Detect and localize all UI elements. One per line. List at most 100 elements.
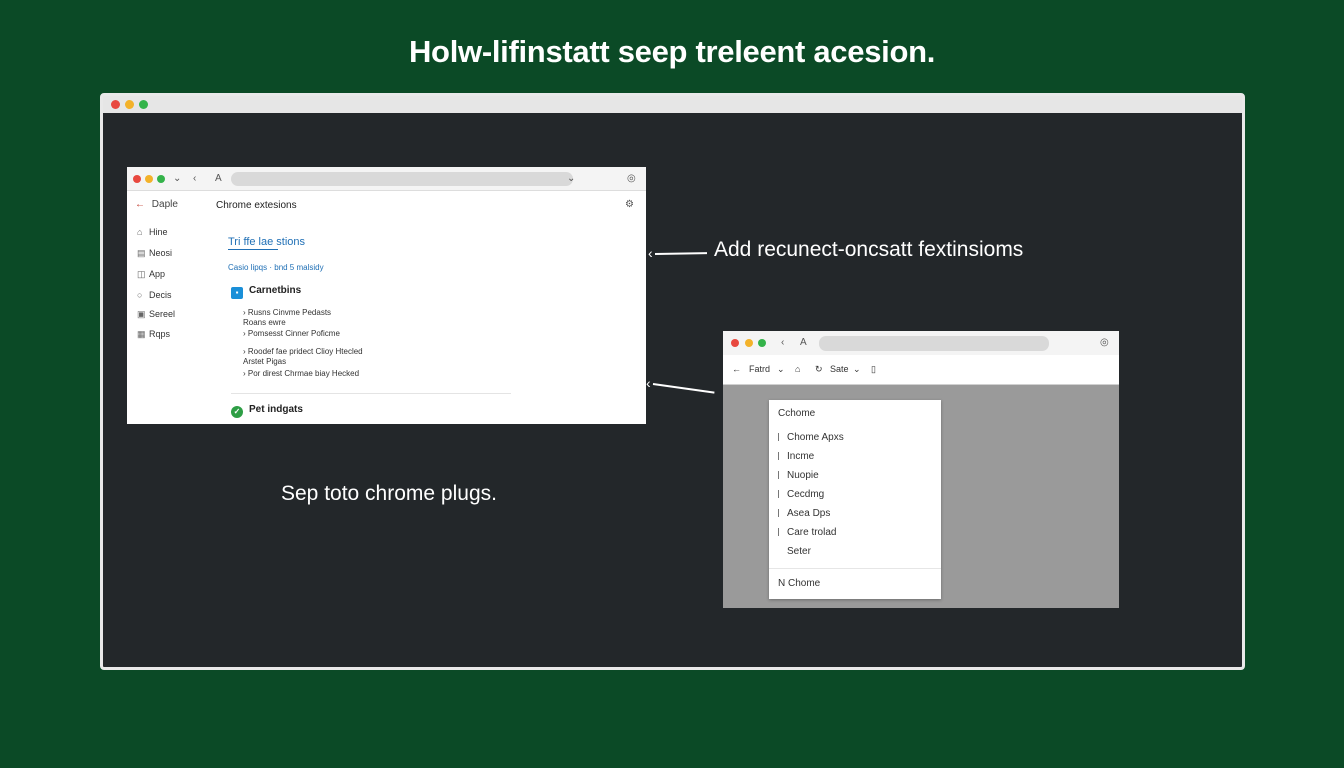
minimize-window-button[interactable] [145,175,153,183]
menu-item-marker [778,433,779,441]
extensions-link[interactable]: Tri ffe lae stions [228,236,305,248]
back-link[interactable]: ← Daple [135,199,178,210]
section-header: ✓ Pet indgats [231,404,303,418]
sidebar-item-settings[interactable]: ▣ Sereel [137,309,175,320]
grid-icon: ▦ [137,329,146,339]
docs-icon: ○ [137,290,143,300]
back-label: Daple [151,199,178,210]
headline: Holw-lifinstatt seep treleent acesion. [408,34,936,69]
menu-item-label: Nuopie [787,470,819,481]
list-item[interactable]: › Pomsesst Cinner Poficme [243,329,340,339]
back-arrow-icon[interactable]: ← [732,364,741,374]
browser-toolbar: ⌄ ‹ A ⌄ ◎ [127,167,646,191]
toolbar-back-label[interactable]: Fatrd [749,364,770,374]
extensions-sublink[interactable]: Casio lipqs · bnd 5 malsidy [228,263,324,272]
reload-icon[interactable]: ↻ [815,364,823,375]
settings-icon[interactable]: ⚙ [625,199,634,210]
menu-item-label: Cecdmg [787,489,825,500]
menu-item[interactable]: Nuopie [778,470,819,481]
menu-item[interactable]: Care trolad [778,527,836,538]
chrome-menu-screenshot: ‹ A ◎ ← Fatrd ⌄ ⌂ ↻ Sate ⌄ ▯ Cchome Chom… [723,331,1119,608]
settings-icon: ▣ [137,309,146,319]
menu-item[interactable]: Chome Apxs [778,432,844,443]
close-window-button[interactable] [133,175,141,183]
menu-item-label: Chome Apxs [787,432,844,443]
address-glyph: A [215,173,222,184]
sidebar-item-news[interactable]: ▤ Neosi [137,248,172,259]
annotation-top: Add recunect-oncsatt fextinsioms [714,238,1024,261]
menu-item-marker [778,452,779,460]
annotation-bottom: Sep toto chrome plugs. [281,482,497,505]
list-item[interactable]: › Rusns Cinvme Pedasts Roans ewre [243,308,331,328]
list-item[interactable]: › Por direst Chrmae biay Hecked [243,369,359,379]
news-icon: ▤ [137,248,146,258]
sidebar-item-grid[interactable]: ▦ Rqps [137,329,170,340]
maximize-window-button[interactable] [139,100,148,109]
menu-item[interactable]: Cecdmg [778,489,824,500]
arrow-head-icon: ‹ [648,245,653,261]
home-icon[interactable]: ⌂ [795,364,800,374]
back-arrow-icon: ← [135,199,145,210]
dropdown-icon[interactable]: ⌄ [567,173,575,184]
menu-item-settings[interactable]: Seter [787,546,811,557]
profile-icon[interactable]: ◎ [627,173,636,184]
list-item[interactable]: › Roodef fae pridect Clioy Htecled Arste… [243,347,363,367]
list-item-text: Pomsesst Cinner Poficme [247,329,340,338]
extensions-page-screenshot: ⌄ ‹ A ⌄ ◎ ← Daple Chrome extesions ⚙ ⌂ Hi… [127,167,646,424]
bookmark-icon[interactable]: ▯ [871,364,876,375]
sidebar-item-label: App [149,269,166,279]
back-arrow-icon[interactable]: ‹ [781,337,784,348]
link-underline [228,249,278,250]
list-item-text: Rusns Cinvme Pedasts Roans ewre [243,308,332,327]
section-header: ▪ Carnetbins [231,285,301,299]
menu-item-label: Incme [787,451,815,462]
page-toolbar: ← Fatrd ⌄ ⌂ ↻ Sate ⌄ ▯ [723,355,1119,385]
close-window-button[interactable] [731,339,739,347]
address-glyph: A [800,337,807,348]
sidebar-item-docs[interactable]: ○ Decis [137,290,172,300]
minimize-window-button[interactable] [745,339,753,347]
menu-item-marker [778,528,779,536]
toolbar-tab-label[interactable]: Sate [830,364,849,374]
chevron-down-icon[interactable]: ⌄ [853,364,861,375]
address-bar[interactable] [819,336,1049,351]
maximize-window-button[interactable] [758,339,766,347]
menu-item[interactable]: Asea Dps [778,508,830,519]
address-bar[interactable] [231,172,573,186]
list-item-text: Por direst Chrmae biay Hecked [247,369,360,378]
page-title: Chrome extesions [216,200,297,211]
menu-item-label: Asea Dps [787,508,831,519]
outer-title-bar [103,96,1242,113]
section-title: Pet indgats [249,404,303,415]
extension-badge-icon: ▪ [231,287,243,299]
back-arrow-icon[interactable]: ‹ [193,173,196,184]
sidebar-item-label: Rqps [149,329,171,339]
sidebar-item-label: Hine [149,227,168,237]
menu-title: Cchome [778,408,816,419]
minimize-window-button[interactable] [125,100,134,109]
chevron-down-icon[interactable]: ⌄ [777,364,785,375]
sidebar-item-label: Sereel [149,309,176,319]
sidebar-item-home[interactable]: ⌂ Hine [137,227,168,237]
menu-item-marker [778,471,779,479]
sidebar-item-label: Neosi [149,248,173,258]
menu-divider [769,568,941,569]
menu-footer-item[interactable]: N Chome [778,578,820,589]
browser-toolbar: ‹ A ◎ [723,331,1119,355]
maximize-window-button[interactable] [157,175,165,183]
close-window-button[interactable] [111,100,120,109]
chrome-menu: Cchome Chome Apxs Incme Nuopie Cecdmg As… [769,400,941,599]
home-icon: ⌂ [137,227,143,237]
shield-icon: ✓ [231,406,243,418]
arrow-head-icon: ‹ [646,375,651,391]
divider [231,393,511,394]
list-item-text: Roodef fae pridect Clioy Htecled Arstet … [243,347,363,366]
apps-icon: ◫ [137,269,146,279]
menu-item-marker [778,490,779,498]
profile-icon[interactable]: ◎ [1100,337,1109,348]
menu-item-marker [778,509,779,517]
chevron-down-icon[interactable]: ⌄ [173,173,181,184]
sidebar-item-apps[interactable]: ◫ App [137,269,165,280]
sidebar-item-label: Decis [149,290,172,300]
menu-item[interactable]: Incme [778,451,814,462]
